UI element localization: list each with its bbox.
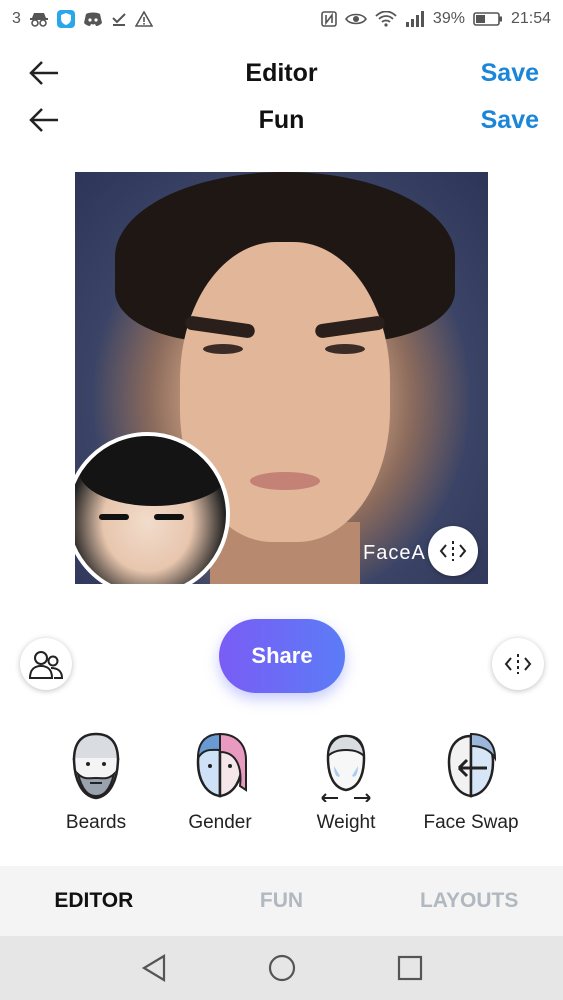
- gender-face-icon: [196, 732, 247, 798]
- signal-icon: [405, 11, 425, 27]
- compare-slider-handle[interactable]: [428, 526, 478, 576]
- inset-eyebrow: [154, 514, 184, 520]
- people-button[interactable]: [20, 638, 72, 690]
- status-bar-left: 3: [12, 10, 153, 28]
- photo-eye: [203, 344, 243, 354]
- tool-label: Face Swap: [423, 812, 519, 833]
- photo-eye: [325, 344, 365, 354]
- tool-label: Gender: [188, 812, 252, 833]
- face-swap-icon: [447, 732, 497, 798]
- recents-square-icon: [397, 955, 422, 981]
- shield-app-icon: [56, 10, 75, 28]
- incognito-icon: [29, 11, 49, 27]
- share-button[interactable]: Share: [219, 619, 345, 693]
- original-photo-inset[interactable]: [75, 432, 230, 584]
- header-row-editor: Editor Save: [0, 50, 563, 96]
- tool-face-swap[interactable]: Face Swap: [409, 730, 533, 840]
- people-icon: [29, 651, 63, 679]
- tab-editor[interactable]: EDITOR: [0, 866, 188, 936]
- page-title: Editor: [245, 58, 318, 87]
- nav-home-button[interactable]: [262, 948, 302, 988]
- home-circle-icon: [268, 954, 295, 982]
- photo-lips: [250, 472, 320, 490]
- tool-weight[interactable]: Weight: [284, 730, 408, 840]
- nav-recents-button[interactable]: [390, 948, 430, 988]
- wifi-icon: [375, 11, 397, 27]
- back-button[interactable]: [24, 53, 64, 93]
- battery-percent: 39%: [432, 10, 465, 27]
- compare-button[interactable]: [492, 638, 544, 690]
- tab-fun[interactable]: FUN: [188, 866, 376, 936]
- arrow-left-icon: [29, 108, 58, 132]
- header-row-fun: Fun Save: [0, 97, 563, 143]
- back-button[interactable]: [24, 100, 64, 140]
- compare-arrows-icon: [439, 541, 467, 561]
- status-time: 21:54: [510, 10, 551, 27]
- status-bar-right: 39% 21:54: [321, 10, 551, 28]
- battery-icon: [473, 11, 503, 27]
- nav-back-button[interactable]: [134, 948, 174, 988]
- save-button[interactable]: Save: [481, 106, 539, 135]
- tool-label: Beards: [65, 812, 127, 833]
- eye-icon: [344, 11, 367, 27]
- back-triangle-icon: [141, 954, 165, 982]
- warning-icon: [134, 11, 153, 27]
- inset-eyebrow: [99, 514, 129, 520]
- tool-beards[interactable]: Beards: [34, 730, 158, 840]
- notification-count: 3: [12, 10, 21, 27]
- save-button[interactable]: Save: [481, 59, 539, 88]
- tool-label: Weight: [316, 812, 376, 833]
- edited-photo[interactable]: FaceA: [75, 172, 488, 584]
- weight-face-icon: [321, 734, 371, 802]
- system-nav-bar: [0, 936, 563, 1000]
- download-done-icon: [111, 11, 127, 27]
- compare-arrows-icon: [504, 654, 532, 674]
- bottom-tab-bar: EDITOR FUN LAYOUTS: [0, 866, 563, 936]
- status-bar: 3 39% 21:54: [0, 0, 563, 38]
- discord-icon: [83, 11, 103, 27]
- arrow-left-icon: [29, 61, 58, 85]
- watermark: FaceA: [363, 542, 426, 564]
- feature-tools: Beards Gender Weight Face Swap: [0, 730, 563, 840]
- inset-hair: [79, 436, 226, 506]
- beard-face-icon: [72, 732, 120, 800]
- page-title: Fun: [258, 105, 305, 134]
- nfc-icon: [321, 11, 337, 27]
- tool-gender[interactable]: Gender: [158, 730, 282, 840]
- tab-layouts[interactable]: LAYOUTS: [375, 866, 563, 936]
